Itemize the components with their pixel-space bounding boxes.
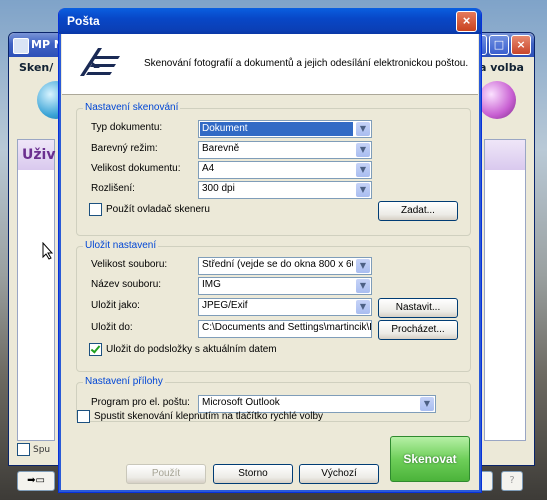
close-button[interactable]: ×: [511, 35, 531, 55]
save-to-label: Uložit do:: [91, 322, 133, 333]
date-subfolder-checkbox[interactable]: Uložit do podsložky s aktuálním datem: [89, 343, 277, 356]
save-as-select[interactable]: JPEG/Exif ▼: [198, 298, 372, 316]
mail-dialog: Pošta × Skenování fotografií a dokumentů…: [58, 8, 482, 493]
scan-settings-group: Nastavení skenování Typ dokumentu: Dokum…: [76, 102, 471, 236]
doc-type-label: Typ dokumentu:: [91, 122, 163, 133]
default-button[interactable]: Výchozí: [299, 464, 379, 484]
use-scanner-driver-checkbox[interactable]: Použít ovladač skeneru: [89, 203, 210, 216]
save-path-field[interactable]: C:\Documents and Settings\martincik\Dok: [198, 320, 372, 338]
app-icon: [13, 38, 29, 54]
maximize-button[interactable]: □: [489, 35, 509, 55]
background-left-label: Sken/: [19, 61, 54, 74]
doc-size-select[interactable]: A4 ▼: [198, 161, 372, 179]
chevron-down-icon[interactable]: ▼: [356, 259, 370, 273]
chevron-down-icon[interactable]: ▼: [356, 122, 370, 136]
file-size-select[interactable]: Střední (vejde se do okna 800 x 600) ▼: [198, 257, 372, 275]
color-mode-label: Barevný režim:: [91, 143, 158, 154]
banner-description: Skenování fotografií a dokumentů a jejic…: [144, 58, 469, 69]
email-program-label: Program pro el. poštu:: [91, 397, 190, 408]
dialog-close-button[interactable]: ×: [456, 11, 477, 32]
background-right-panel: [484, 139, 526, 441]
save-as-label: Uložit jako:: [91, 300, 140, 311]
chevron-down-icon[interactable]: ▼: [356, 279, 370, 293]
doc-type-select[interactable]: Dokument ▼: [198, 120, 372, 138]
file-size-label: Velikost souboru:: [91, 259, 168, 270]
chevron-down-icon[interactable]: ▼: [356, 163, 370, 177]
chevron-down-icon[interactable]: ▼: [356, 300, 370, 314]
color-mode-select[interactable]: Barevně ▼: [198, 141, 372, 159]
background-left-panel: Uživ: [17, 139, 55, 441]
quick-button-orb-icon[interactable]: [478, 81, 516, 119]
dialog-banner: Skenování fotografií a dokumentů a jejic…: [62, 34, 478, 95]
mouse-cursor-icon: [42, 242, 54, 260]
arrow-button[interactable]: ➡▭: [17, 471, 55, 491]
file-name-select[interactable]: IMG ▼: [198, 277, 372, 295]
save-settings-group: Uložit nastavení Velikost souboru: Střed…: [76, 240, 471, 372]
save-settings-legend: Uložit nastavení: [83, 240, 159, 251]
scan-settings-legend: Nastavení skenování: [83, 102, 181, 113]
file-name-label: Název souboru:: [91, 279, 162, 290]
cancel-button[interactable]: Storno: [213, 464, 293, 484]
resolution-select[interactable]: 300 dpi ▼: [198, 181, 372, 199]
resolution-label: Rozlišení:: [91, 183, 135, 194]
background-right-label: a volba: [478, 61, 524, 74]
specify-button[interactable]: Zadat...: [378, 201, 458, 221]
scan-button[interactable]: Skenovat: [390, 436, 470, 482]
quick-scan-checkbox[interactable]: Spustit skenování klepnutím na tlačítko …: [77, 410, 323, 423]
configure-button[interactable]: Nastavit...: [378, 298, 458, 318]
mail-scan-icon: [80, 48, 120, 76]
doc-size-label: Velikost dokumentu:: [91, 163, 181, 174]
chevron-down-icon[interactable]: ▼: [356, 183, 370, 197]
apply-button[interactable]: Použít: [126, 464, 206, 484]
chevron-down-icon[interactable]: ▼: [420, 397, 434, 411]
chevron-down-icon[interactable]: ▼: [356, 143, 370, 157]
background-panel-header: Uživ: [18, 140, 55, 170]
background-checkbox[interactable]: Spu: [17, 443, 50, 456]
attachment-legend: Nastavení přílohy: [83, 376, 165, 387]
dialog-titlebar: Pošta ×: [59, 8, 481, 34]
dialog-title: Pošta: [67, 14, 100, 28]
browse-button[interactable]: Procházet...: [378, 320, 458, 340]
help-button[interactable]: ?: [501, 471, 523, 491]
